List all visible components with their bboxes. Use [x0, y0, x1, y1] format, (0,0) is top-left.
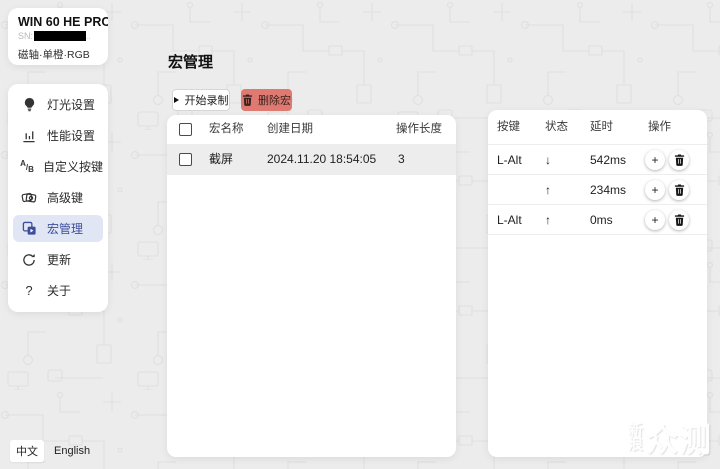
watermark-small-text: 新 浪 [627, 423, 643, 453]
macro-table-header: 宏名称 创建日期 操作长度 [167, 115, 456, 144]
select-all-checkbox[interactable] [179, 123, 192, 136]
sidebar-item-macro[interactable]: 宏管理 [13, 215, 103, 242]
length-cell: 3 [398, 152, 405, 166]
delete-step-button[interactable] [669, 150, 689, 170]
macro-steps-panel: 按键 状态 延时 操作 L-Alt ↓ 542ms + ↑ 234ms + L-… [488, 110, 707, 457]
sidebar-item-label: 性能设置 [47, 129, 96, 143]
step-row: ↑ 234ms + [488, 175, 707, 205]
key-header: 按键 [497, 121, 520, 133]
add-step-button[interactable]: + [645, 180, 665, 200]
step-state-arrow: ↑ [545, 183, 551, 197]
sidebar-item-label: 更新 [47, 253, 72, 267]
sn-suffix: .. [86, 31, 91, 41]
trash-icon [242, 94, 253, 106]
row-checkbox[interactable] [179, 153, 192, 166]
delete-step-button[interactable] [669, 210, 689, 230]
steps-table-header: 按键 状态 延时 操作 [488, 110, 707, 145]
sidebar-item-performance[interactable]: 性能设置 [13, 120, 103, 151]
create-date-cell: 2024.11.20 18:54:05 [267, 152, 377, 166]
sidebar-item-about[interactable]: ? 关于 [13, 275, 103, 306]
ab-keys-icon: A/B [20, 158, 34, 174]
lightbulb-icon [20, 97, 38, 112]
watermark-large-text: 众测 [645, 422, 712, 458]
step-state-arrow: ↓ [545, 153, 551, 167]
step-delay: 234ms [590, 183, 627, 197]
sidebar-item-label: 宏管理 [47, 222, 84, 236]
state-header: 状态 [545, 121, 568, 133]
add-step-button[interactable]: + [645, 210, 665, 230]
watermark: 新 浪 众测 [628, 415, 712, 461]
app-window: WIN 60 HE PRO SN:.. 磁轴·单橙·RGB 灯光设置 性能设置 … [0, 0, 720, 469]
plus-icon: + [651, 152, 659, 167]
add-step-button[interactable]: + [645, 150, 665, 170]
macro-list-panel: 宏名称 创建日期 操作长度 截屏 2024.11.20 18:54:05 3 [167, 115, 456, 457]
start-recording-label: 开始录制 [184, 95, 229, 107]
sn-label: SN: [18, 31, 34, 41]
step-key: L-Alt [497, 213, 522, 227]
plus-icon: + [651, 212, 659, 227]
sidebar-item-lighting[interactable]: 灯光设置 [13, 89, 103, 120]
trash-icon [674, 154, 684, 166]
start-recording-button[interactable]: 开始录制 [172, 89, 230, 111]
sidebar-menu: 灯光设置 性能设置 A/B 自定义按键 高级键 宏管理 更新 ? 关于 [8, 84, 108, 312]
plus-icon: + [651, 182, 659, 197]
step-state-arrow: ↑ [545, 213, 551, 227]
delete-macro-label: 删除宏 [258, 95, 291, 107]
device-name: WIN 60 HE PRO [18, 15, 108, 29]
step-delay: 542ms [590, 153, 627, 167]
trash-icon [674, 184, 684, 196]
sidebar-item-custom-keys[interactable]: A/B 自定义按键 [13, 151, 103, 182]
sidebar-item-advanced-keys[interactable]: 高级键 [13, 182, 103, 213]
step-row: L-Alt ↓ 542ms + [488, 145, 707, 175]
trash-icon [674, 214, 684, 226]
macro-name-cell: 截屏 [209, 152, 234, 166]
macro-table-row[interactable]: 截屏 2024.11.20 18:54:05 3 [167, 144, 456, 175]
macro-play-icon [20, 221, 38, 236]
play-icon [173, 97, 179, 103]
device-info-card: WIN 60 HE PRO SN:.. 磁轴·单橙·RGB [8, 8, 108, 65]
step-delay: 0ms [590, 213, 613, 227]
advanced-keys-icon [20, 190, 38, 205]
macro-name-header: 宏名称 [209, 123, 244, 135]
sidebar-item-label: 灯光设置 [47, 98, 96, 112]
question-icon: ? [25, 283, 33, 298]
device-spec: 磁轴·单橙·RGB [18, 49, 90, 61]
sidebar-item-update[interactable]: 更新 [13, 244, 103, 275]
sidebar-item-label: 高级键 [47, 191, 84, 205]
delete-step-button[interactable] [669, 180, 689, 200]
step-row: L-Alt ↑ 0ms + [488, 205, 707, 235]
device-serial: SN:.. [18, 31, 108, 41]
page-title: 宏管理 [168, 54, 214, 71]
length-header: 操作长度 [396, 123, 442, 135]
sn-redacted-box [34, 31, 87, 41]
sidebar-item-label: 关于 [47, 284, 72, 298]
sidebar-item-label: 自定义按键 [42, 160, 103, 174]
action-header: 操作 [648, 121, 671, 133]
bar-chart-icon [20, 129, 38, 143]
watermark-char: 浪 [627, 436, 643, 453]
delay-header: 延时 [590, 121, 613, 133]
update-icon [20, 253, 38, 267]
delete-macro-button[interactable]: 删除宏 [241, 89, 292, 111]
language-english-button[interactable]: English [54, 440, 90, 462]
step-key: L-Alt [497, 153, 522, 167]
create-date-header: 创建日期 [267, 123, 313, 135]
language-chinese-button[interactable]: 中文 [10, 440, 44, 462]
